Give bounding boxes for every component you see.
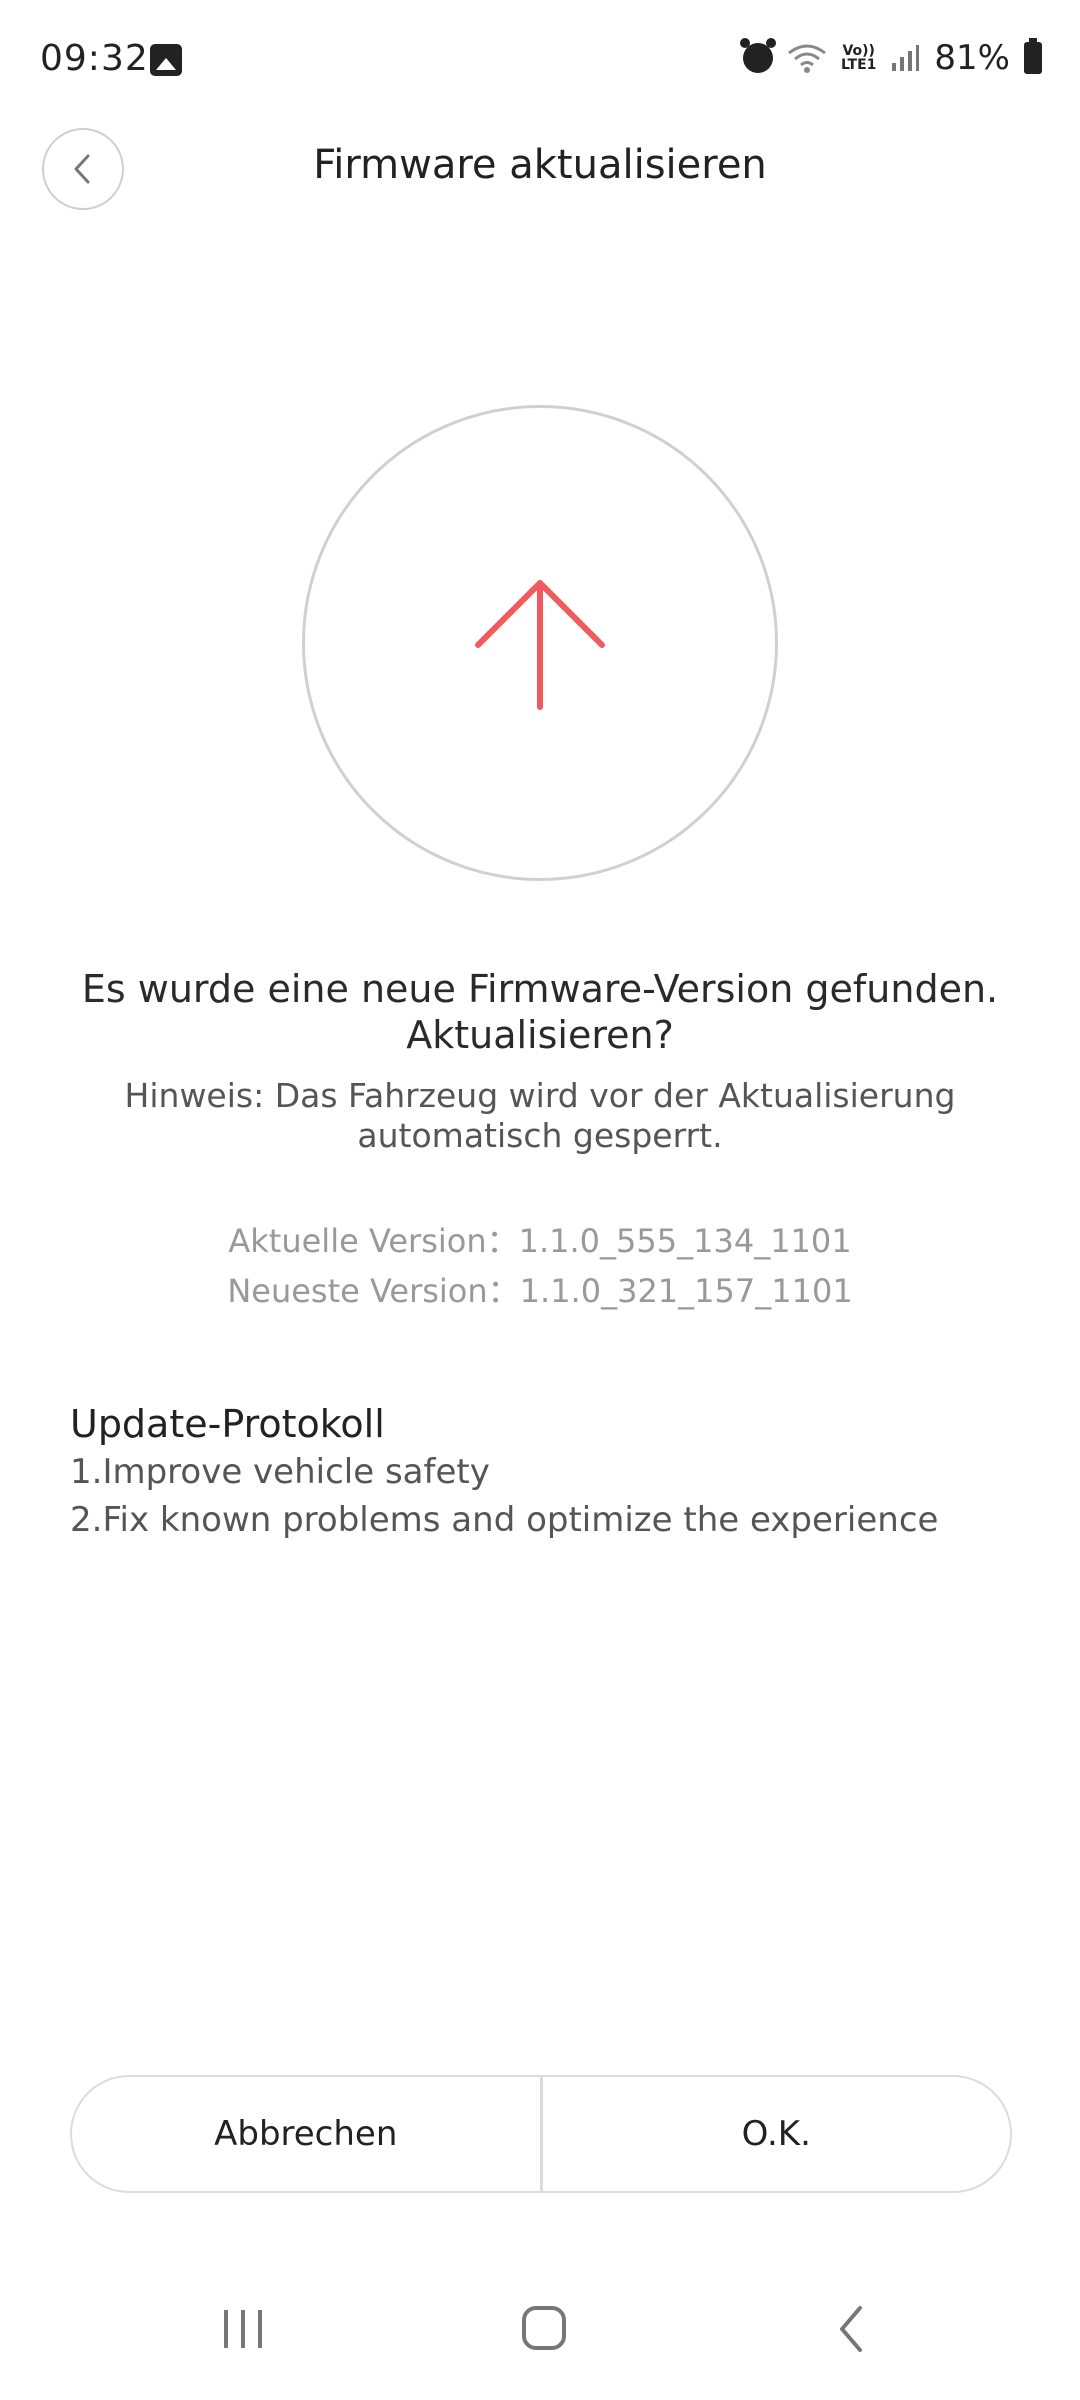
current-version: Aktuelle Version：1.1.0_555_134_1101 xyxy=(228,1222,852,1260)
protocol-item: 1.Improve vehicle safety xyxy=(70,1452,490,1492)
lte-label: LTE1 xyxy=(840,57,877,73)
page-title: Firmware aktualisieren xyxy=(313,142,767,188)
firmware-update-screen: 09:32 Vo)) LTE1 81% Firmware aktualisier… xyxy=(0,0,1080,2400)
back-icon[interactable] xyxy=(828,2304,878,2354)
navigation-bar xyxy=(0,2280,1080,2380)
recents-icon[interactable] xyxy=(218,2304,268,2354)
battery-icon xyxy=(1024,38,1042,74)
upload-circle xyxy=(302,405,778,881)
action-buttons: Abbrechen O.K. xyxy=(70,2075,1012,2193)
update-found-message: Es wurde eine neue Firmware-Version gefu… xyxy=(60,966,1020,1058)
status-bar: 09:32 Vo)) LTE1 81% xyxy=(0,0,1080,120)
signal-icon xyxy=(890,43,920,73)
ok-button[interactable]: O.K. xyxy=(543,2077,1011,2191)
status-time: 09:32 xyxy=(40,38,149,79)
lte-indicator: Vo)) LTE1 xyxy=(841,44,876,72)
status-icons: Vo)) LTE1 81% xyxy=(739,38,1042,78)
protocol-item: 2.Fix known problems and optimize the ex… xyxy=(70,1500,939,1540)
update-found-line: Es wurde eine neue Firmware-Version gefu… xyxy=(81,967,999,1011)
alarm-icon xyxy=(739,38,776,73)
protocol-title: Update-Protokoll xyxy=(70,1402,385,1446)
gallery-icon xyxy=(150,44,182,76)
version-info: Aktuelle Version：1.1.0_555_134_1101 Neue… xyxy=(0,1216,1080,1316)
wifi-icon xyxy=(787,43,827,73)
cancel-button[interactable]: Abbrechen xyxy=(72,2077,540,2191)
latest-version: Neueste Version：1.1.0_321_157_1101 xyxy=(227,1272,853,1310)
battery-percent: 81% xyxy=(934,38,1010,78)
hint-message: Hinweis: Das Fahrzeug wird vor der Aktua… xyxy=(124,1076,956,1155)
arrow-up-icon xyxy=(475,580,605,710)
home-icon[interactable] xyxy=(520,2304,568,2352)
update-protocol: Update-Protokoll 1.Improve vehicle safet… xyxy=(70,1400,1030,1544)
update-question: Aktualisieren? xyxy=(406,1013,674,1057)
